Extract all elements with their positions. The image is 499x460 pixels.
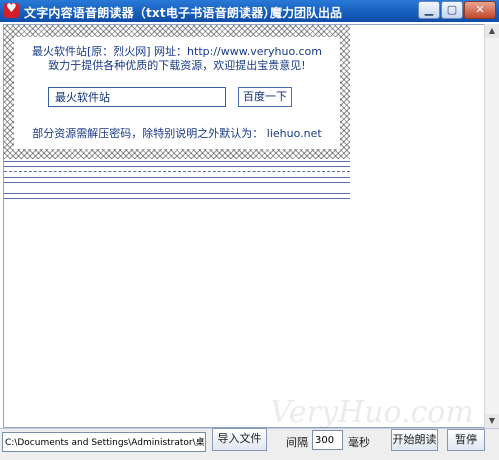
maximize-button[interactable]: ▢ — [441, 1, 463, 19]
minimize-button[interactable]: ▁ — [418, 1, 440, 19]
banner-password-line: 部分资源需解压密码，除特别说明之外默认为： liehuo.net — [32, 127, 322, 140]
search-input[interactable]: 最火软件站 — [48, 87, 226, 107]
close-button[interactable]: ✕ — [464, 1, 496, 19]
separator-double-2 — [4, 177, 350, 183]
app-window: 文字内容语音朗读器（txt电子书语音朗读器） 魔力团队出品 ▁ ▢ ✕ 最火软件… — [0, 0, 499, 460]
milliseconds-label: 毫秒 — [348, 436, 370, 449]
separator-dashed — [4, 171, 350, 172]
import-file-button[interactable]: 导入文件 — [212, 428, 267, 451]
scroll-up-arrow-icon[interactable]: ▲ — [485, 24, 499, 38]
bottom-toolbar: C:\Documents and Settings\Administrator\… — [0, 428, 499, 460]
title-brand: 魔力团队出品 — [270, 6, 343, 20]
interval-input[interactable]: 300 — [312, 430, 343, 450]
pause-button[interactable]: 暂停 — [447, 429, 485, 451]
window-title: 文字内容语音朗读器（txt电子书语音朗读器） — [24, 6, 276, 20]
separator-double-3 — [4, 193, 350, 199]
watermark: VeryHuo.com — [270, 395, 474, 430]
interval-label: 间隔 — [286, 436, 308, 449]
vertical-scrollbar[interactable]: ▲ ▼ — [484, 24, 499, 428]
file-path-field[interactable]: C:\Documents and Settings\Administrator\… — [2, 432, 206, 452]
banner-inner: 最火软件站[原：烈火网] 网址：http://www.veryhuo.com 致… — [14, 37, 340, 149]
content-area[interactable]: 最火软件站[原：烈火网] 网址：http://www.veryhuo.com 致… — [3, 24, 486, 428]
baidu-search-button[interactable]: 百度一下 — [238, 87, 292, 107]
app-heart-icon — [4, 1, 19, 18]
separator-double-1 — [4, 161, 350, 167]
scroll-down-arrow-icon[interactable]: ▼ — [485, 414, 499, 428]
start-reading-button[interactable]: 开始朗读 — [391, 429, 438, 451]
title-bar: 文字内容语音朗读器（txt电子书语音朗读器） 魔力团队出品 ▁ ▢ ✕ — [0, 0, 499, 22]
ad-banner: 最火软件站[原：烈火网] 网址：http://www.veryhuo.com 致… — [4, 25, 350, 159]
banner-slogan-line: 致力于提供各种优质的下载资源，欢迎提出宝贵意见! — [48, 59, 306, 72]
